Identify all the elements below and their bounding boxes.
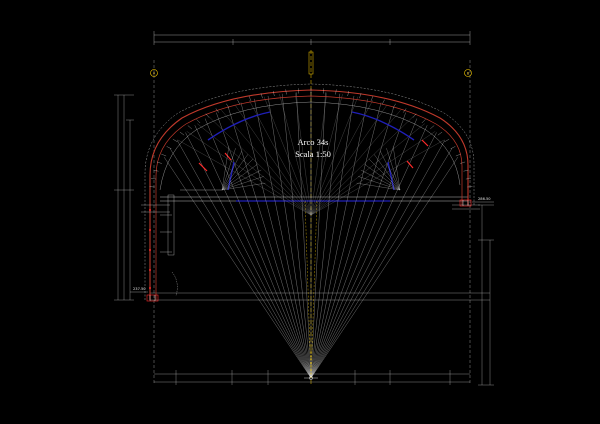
arch-tick	[335, 89, 337, 95]
bottom-dimensions	[150, 292, 490, 385]
fan-line-right	[368, 158, 401, 191]
arch-tick	[382, 99, 385, 105]
arch-tick	[285, 89, 287, 95]
fan-line-left	[221, 176, 264, 191]
radial-line	[310, 125, 428, 379]
arch-member	[144, 83, 475, 300]
radial-line-yellow	[304, 199, 312, 379]
arch-tick	[161, 153, 167, 157]
radial-line	[163, 157, 312, 379]
drawing-scale: Scala 1:50	[295, 149, 331, 159]
fan-line-right	[374, 154, 401, 191]
arch-tick	[460, 161, 466, 164]
top-dimensions	[153, 31, 471, 45]
radial-line	[169, 148, 312, 379]
radial-line	[177, 140, 312, 379]
arch-tick	[187, 125, 192, 130]
arch-tick	[248, 96, 252, 102]
arch-tick	[455, 153, 461, 157]
upper-radial-line	[208, 116, 312, 216]
arch-tick	[237, 99, 240, 105]
radial-line	[310, 157, 459, 379]
arch-tick	[166, 146, 172, 149]
arch-tick	[437, 131, 443, 136]
upper-radial-line	[221, 110, 312, 216]
level-label-left: 237.50	[133, 287, 146, 291]
arch-tick	[273, 90, 275, 97]
arch-tick	[196, 119, 201, 124]
arch-tick	[370, 96, 374, 102]
arch-tick	[172, 138, 178, 142]
level-label-right: 286.50	[478, 197, 491, 201]
fan-line-left	[221, 158, 254, 191]
arch-tick	[150, 178, 157, 180]
right-column-detail	[452, 204, 480, 210]
title-block: Arco 34s Scala 1:50	[276, 136, 350, 160]
axis-bubble-right: B	[464, 69, 472, 77]
radial-line-yellow	[310, 199, 318, 379]
radial-line	[310, 140, 445, 379]
upper-radial-line	[310, 116, 414, 216]
arch-tick	[450, 146, 456, 149]
radial-line	[310, 148, 453, 379]
svg-text:A: A	[153, 71, 156, 75]
arch-tick	[430, 125, 435, 130]
drawing-title: Arco 34s	[297, 137, 329, 147]
arch-tick	[421, 119, 426, 124]
arch-tick	[347, 90, 349, 97]
fan-line-right	[358, 176, 401, 191]
right-dimensions	[478, 204, 494, 386]
fan-line-left	[221, 154, 248, 191]
left-column-detail	[141, 189, 222, 297]
svg-text:B: B	[467, 71, 470, 75]
left-dimensions	[114, 94, 134, 301]
upper-radial-line	[310, 110, 401, 216]
arch-drawing: A B 237.50 286.50	[114, 31, 494, 386]
arch-tick	[444, 138, 450, 142]
radial-line	[194, 125, 312, 379]
arch-tick	[179, 131, 185, 136]
